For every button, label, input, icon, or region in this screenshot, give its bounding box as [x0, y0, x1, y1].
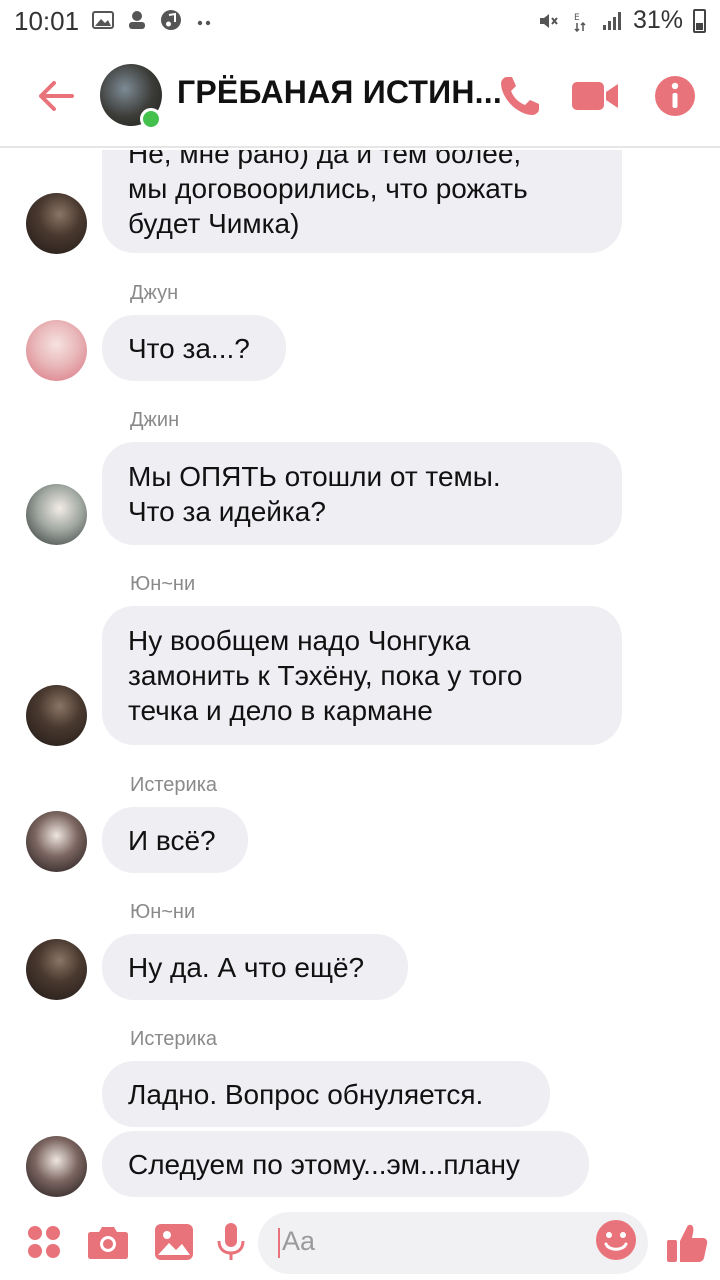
- status-time: 10:01: [14, 6, 80, 36]
- sender-avatar[interactable]: [26, 811, 87, 872]
- sender-name: Юн~ни: [130, 573, 196, 595]
- message-bubble[interactable]: И всё?: [102, 807, 248, 873]
- message-bubble[interactable]: Что за...?: [102, 315, 286, 381]
- signal-icon: [602, 11, 621, 30]
- chat-title[interactable]: ГРЁБАНАЯ ИСТИН...: [177, 74, 502, 111]
- online-indicator: [140, 108, 162, 130]
- video-call-button[interactable]: [570, 72, 620, 120]
- battery-percent: 31%: [632, 6, 683, 34]
- mute-icon: [539, 13, 558, 28]
- image-icon: [155, 1224, 193, 1260]
- message-bubble[interactable]: Следуем по этому...эм...плану: [102, 1131, 589, 1197]
- music-notification-icon: [161, 10, 181, 30]
- battery-icon: [693, 8, 706, 33]
- sender-avatar[interactable]: [26, 685, 87, 746]
- smiley-icon: [596, 1220, 636, 1260]
- more-actions-button[interactable]: [22, 1220, 66, 1264]
- status-notification-icons: [92, 9, 216, 31]
- message-input-placeholder: Aa: [282, 1226, 316, 1256]
- thumbs-up-icon: [667, 1224, 708, 1262]
- chat-header: ГРЁБАНАЯ ИСТИН...: [0, 44, 720, 148]
- sender-avatar[interactable]: [26, 939, 87, 1000]
- info-button[interactable]: [651, 72, 699, 120]
- message-bubble[interactable]: Ладно. Вопрос обнуляется.: [102, 1061, 550, 1127]
- camera-icon: [88, 1227, 128, 1259]
- sender-name: Истерика: [130, 1028, 218, 1050]
- svg-text:E: E: [574, 13, 580, 23]
- sender-avatar[interactable]: [26, 484, 87, 545]
- message-bubble[interactable]: Ну вообщем надо Чонгука замонить к Тэхён…: [102, 606, 622, 745]
- sender-name: Юн~ни: [130, 901, 196, 923]
- info-icon: [655, 76, 695, 116]
- arrow-left-icon: [39, 81, 74, 111]
- like-button[interactable]: [664, 1220, 710, 1266]
- sender-avatar[interactable]: [26, 1136, 87, 1197]
- person-notification-icon: [129, 11, 145, 29]
- four-dots-icon: [28, 1226, 60, 1258]
- sender-name: Джин: [130, 409, 180, 431]
- sender-avatar[interactable]: [26, 320, 87, 381]
- message-bubble[interactable]: Не, мне рано) да и тем более, мы договоо…: [102, 150, 622, 253]
- sender-avatar[interactable]: [26, 193, 87, 254]
- microphone-icon: [217, 1223, 245, 1260]
- text-caret: [278, 1228, 280, 1258]
- emoji-button[interactable]: [594, 1218, 638, 1262]
- voice-message-button[interactable]: [209, 1220, 253, 1264]
- status-system-icons: E 31%: [537, 6, 706, 35]
- back-button[interactable]: [32, 72, 80, 120]
- sender-name: Джун: [130, 282, 179, 304]
- phone-icon: [501, 77, 539, 115]
- camera-button[interactable]: [86, 1220, 130, 1264]
- video-camera-icon: [572, 82, 618, 110]
- message-bubble[interactable]: Мы ОПЯТЬ отошли от темы. Что за идейка?: [102, 442, 622, 545]
- call-button[interactable]: [496, 72, 544, 120]
- message-bubble[interactable]: Ну да. А что ещё?: [102, 934, 408, 1000]
- gallery-button[interactable]: [152, 1220, 196, 1264]
- more-notifications-icon: [197, 20, 211, 26]
- data-arrows-icon: E: [574, 13, 586, 32]
- status-bar: 10:01 E 31%: [0, 0, 720, 44]
- image-notification-icon: [92, 11, 114, 29]
- message-list[interactable]: Не, мне рано) да и тем более, мы договоо…: [0, 150, 720, 1208]
- sender-name: Истерика: [130, 774, 218, 796]
- message-input[interactable]: Aa: [258, 1212, 648, 1274]
